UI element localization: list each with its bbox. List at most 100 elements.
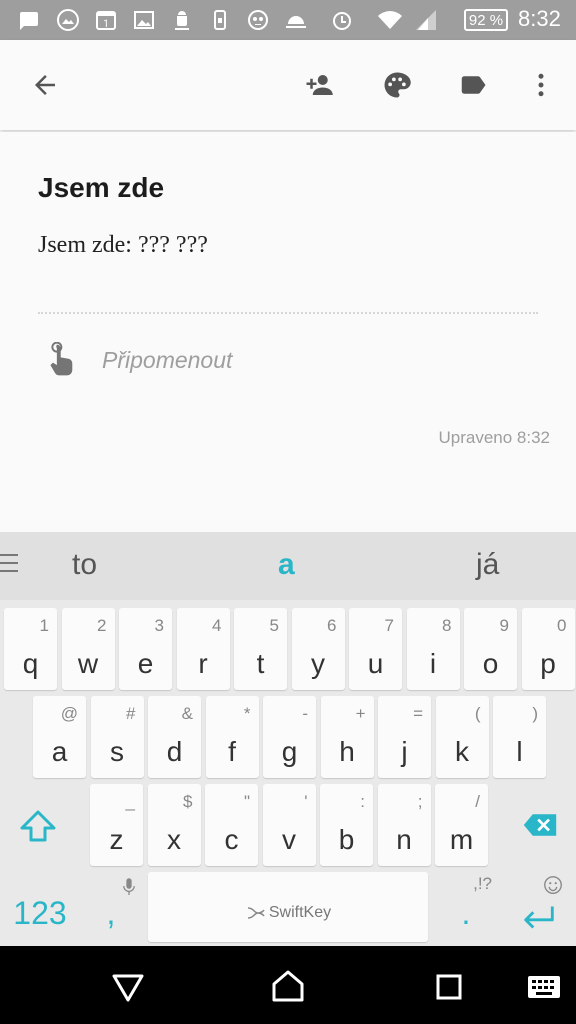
status-bar: 1 92 % 8:32 [0, 0, 576, 40]
key-a[interactable]: @ a [33, 696, 86, 778]
key-q[interactable]: 1q [4, 608, 57, 690]
key-hint: ) [532, 704, 538, 723]
suggestion-right[interactable]: já [476, 548, 499, 582]
home-icon[interactable] [266, 964, 310, 1008]
period-key[interactable]: ,!? . [436, 872, 496, 942]
key-s[interactable]: # s [90, 696, 144, 778]
shift-key[interactable] [6, 784, 68, 866]
key-hint: # [126, 704, 136, 723]
key-label: t [256, 648, 265, 679]
label-icon[interactable] [452, 64, 494, 106]
suggestion-center[interactable]: a [278, 548, 295, 582]
key-label: d [166, 736, 183, 767]
key-m[interactable]: / m [435, 784, 488, 866]
key-hint: : [360, 792, 365, 811]
key-label: f [228, 736, 236, 767]
key-label: v [282, 824, 296, 855]
alien-icon [246, 8, 270, 32]
key-p[interactable]: 0p [521, 608, 575, 690]
key-label: u [367, 648, 384, 679]
space-key[interactable]: SwiftKey [148, 872, 428, 942]
key-g[interactable]: -g [263, 696, 316, 778]
weather-icon [284, 8, 308, 32]
key-label: e [137, 648, 154, 679]
key-label: k [455, 736, 469, 767]
add-collaborator-icon[interactable] [298, 64, 340, 106]
note-body-input[interactable]: Jsem zde: ??? ??? [38, 232, 208, 259]
key-hint: ( [474, 704, 481, 723]
key-hint: ; [417, 792, 423, 811]
key-x[interactable]: $ x [147, 784, 201, 866]
key-hint: " [243, 792, 250, 811]
key-b[interactable]: :b [320, 784, 373, 866]
key-v[interactable]: ' v [262, 784, 316, 866]
enter-key[interactable] [506, 872, 572, 942]
note-editor: Jsem zde Jsem zde: ??? ??? Připomenout U… [0, 132, 576, 532]
key-label: p [540, 648, 556, 679]
backspace-key[interactable] [510, 784, 570, 866]
swiftkey-keyboard: to a já 1q2w3e4r5t6y7u8i9o0p @ a # s & d * f - g +… [0, 532, 576, 946]
key-label: h [339, 736, 355, 767]
suggestion-left[interactable]: to [72, 548, 97, 582]
key-hint: @ [60, 704, 78, 723]
key-hint: 3 [154, 616, 164, 635]
key-hint: * [243, 704, 251, 723]
key-hint: = [413, 704, 423, 723]
key-r[interactable]: 4r [176, 608, 230, 690]
key-label: z [109, 824, 124, 855]
key-d[interactable]: & d [148, 696, 201, 778]
back-arrow-icon[interactable] [24, 64, 66, 106]
key-label: r [198, 648, 208, 679]
key-z[interactable]: _ z [90, 784, 143, 866]
reminder-hand-icon[interactable] [46, 341, 78, 378]
keyboard-switch-icon[interactable] [522, 964, 566, 1008]
keyboard-menu-icon[interactable] [0, 554, 18, 576]
key-hint: ' [304, 792, 308, 811]
key-label: c [224, 824, 239, 855]
key-hint: 9 [499, 616, 509, 635]
device-icon [208, 8, 232, 32]
key-hint: 1 [39, 616, 49, 635]
key-c[interactable]: " c [205, 784, 258, 866]
numbers-key[interactable]: 123 [0, 872, 80, 942]
key-o[interactable]: 9o [464, 608, 517, 690]
key-label: x [167, 824, 181, 855]
comma-key[interactable]: , [84, 872, 138, 942]
key-hint: 5 [269, 616, 279, 635]
key-h[interactable]: + h [320, 696, 374, 778]
key-hint: $ [183, 792, 193, 811]
key-l[interactable]: ) l [493, 696, 546, 778]
key-hint: / [475, 792, 480, 811]
image-icon [132, 8, 156, 32]
more-vert-icon[interactable] [520, 64, 562, 106]
palette-icon[interactable] [376, 64, 418, 106]
signal-icon [414, 8, 438, 32]
recents-icon[interactable] [426, 964, 470, 1008]
key-hint: 7 [384, 616, 394, 635]
wifi-icon [374, 8, 406, 32]
key-label: y [311, 648, 325, 679]
note-title-input[interactable]: Jsem zde [38, 172, 164, 204]
key-label: b [338, 824, 355, 855]
back-triangle-icon[interactable] [106, 964, 150, 1008]
key-f[interactable]: * f [205, 696, 259, 778]
suggestion-bar: to a já [0, 532, 576, 600]
message-icon [16, 8, 40, 32]
key-j[interactable]: = j [378, 696, 431, 778]
reminder-field[interactable]: Připomenout [102, 347, 232, 374]
key-label: o [482, 648, 499, 679]
key-u[interactable]: 7u [349, 608, 402, 690]
alarm-icon [330, 8, 354, 32]
key-y[interactable]: 6y [291, 608, 345, 690]
key-t[interactable]: 5t [234, 608, 287, 690]
svg-text:1: 1 [103, 19, 109, 30]
key-k[interactable]: (k [435, 696, 489, 778]
key-e[interactable]: 3e [119, 608, 172, 690]
key-w[interactable]: 2w [61, 608, 115, 690]
key-i[interactable]: 8i [406, 608, 460, 690]
clock: 8:32 [518, 6, 561, 31]
key-n[interactable]: ; n [377, 784, 431, 866]
key-label: q [22, 648, 39, 679]
key-hint: 4 [212, 616, 222, 635]
key-label: s [110, 736, 124, 767]
